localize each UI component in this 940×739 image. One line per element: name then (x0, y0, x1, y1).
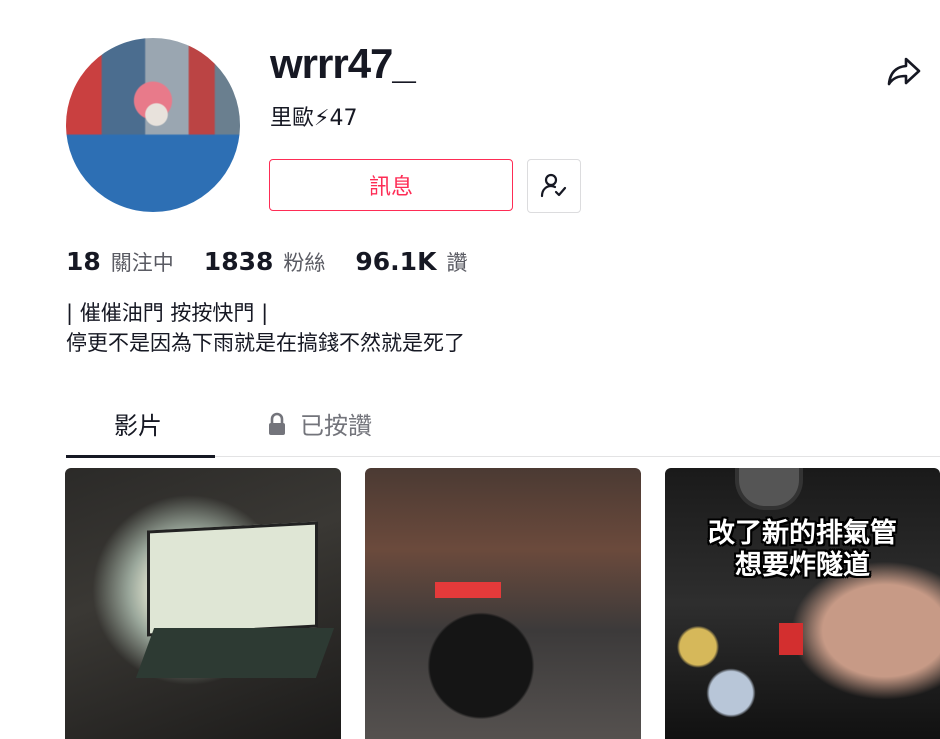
stat-likes: 96.1K 讚 (355, 247, 467, 277)
tab-liked-label: 已按讚 (300, 412, 372, 440)
lock-icon (269, 412, 285, 435)
profile-username: wrrr47_ (270, 40, 416, 87)
stat-following-label: 關注中 (110, 251, 174, 275)
laptop-keyboard-image (135, 628, 335, 678)
laptop-screen-image (147, 521, 318, 637)
stat-likes-label: 讚 (446, 251, 468, 275)
stat-following[interactable]: 18 關注中 (66, 247, 174, 277)
video-caption-line-1: 改了新的排氣管 (708, 518, 897, 549)
message-button-label: 訊息 (368, 175, 413, 200)
share-icon[interactable] (886, 54, 922, 88)
avatar[interactable] (66, 38, 240, 212)
profile-bio: | 催催油門 按按快門 | 停更不是因為下雨就是在搞錢不然就是死了 (66, 298, 465, 358)
stat-likes-count: 96.1K (355, 247, 437, 276)
mirror-image (735, 468, 803, 510)
user-check-icon (540, 173, 567, 198)
tab-liked[interactable]: 已按讚 (266, 406, 372, 441)
video-thumbnail-3[interactable]: 改了新的排氣管 想要炸隧道 (665, 468, 940, 739)
video-thumbnail-2[interactable] (365, 468, 641, 739)
tab-videos[interactable]: 影片 (114, 406, 162, 441)
tab-videos-label: 影片 (114, 412, 162, 440)
stat-followers[interactable]: 1838 粉絲 (204, 247, 326, 277)
stat-following-count: 18 (66, 247, 101, 276)
active-tab-indicator (66, 455, 215, 458)
profile-stats: 18 關注中 1838 粉絲 96.1K 讚 (66, 247, 497, 277)
license-plate-image (435, 582, 501, 598)
bio-line-1: | 催催油門 按按快門 | (66, 301, 269, 325)
handlebar-switch-image (779, 623, 803, 655)
message-button[interactable]: 訊息 (269, 159, 513, 211)
video-caption-line-2: 想要炸隧道 (735, 550, 870, 581)
profile-nickname: 里歐⚡47 (270, 106, 358, 131)
bio-line-2: 停更不是因為下雨就是在搞錢不然就是死了 (66, 331, 465, 355)
following-status-button[interactable] (527, 159, 581, 213)
video-caption: 改了新的排氣管 想要炸隧道 (665, 518, 940, 582)
profile-tabs: 影片 已按讚 (66, 398, 940, 458)
stat-followers-label: 粉絲 (283, 251, 326, 275)
video-thumbnail-1[interactable] (65, 468, 341, 739)
stat-followers-count: 1838 (203, 247, 274, 276)
